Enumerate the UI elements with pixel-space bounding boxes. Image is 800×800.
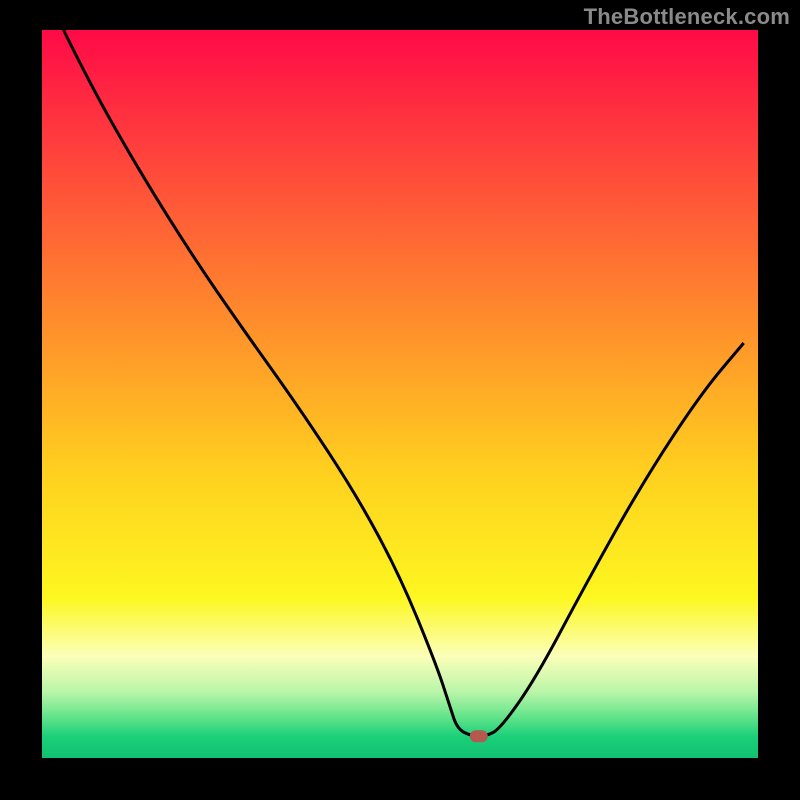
chart-container: TheBottleneck.com: [0, 0, 800, 800]
optimal-marker: [470, 730, 488, 742]
chart-svg: [0, 0, 800, 800]
watermark-text: TheBottleneck.com: [584, 4, 790, 30]
plot-area: [42, 30, 758, 758]
